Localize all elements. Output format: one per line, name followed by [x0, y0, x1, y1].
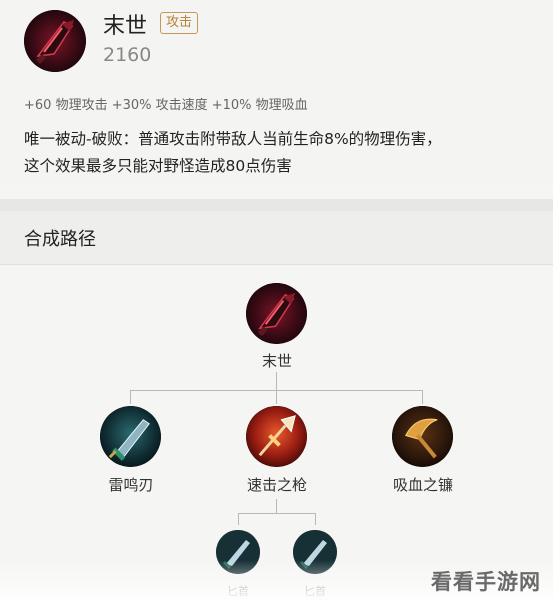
doomsday-sword-icon[interactable]: [246, 283, 307, 344]
connector-sub-right: [315, 513, 316, 525]
swift-spear-icon[interactable]: [246, 406, 307, 467]
connector-root-down: [276, 372, 277, 390]
passive-line-1: 唯一被动-破败：普通攻击附带敌人当前生命8%的物理伤害，: [24, 130, 442, 148]
item-stats: +60 物理攻击 +30% 攻击速度 +10% 物理吸血: [24, 98, 308, 113]
connector-mid-down: [276, 390, 277, 404]
child-label-1: 雷鸣刃: [108, 476, 154, 494]
passive-line-2: 这个效果最多只能对野怪造成80点伤害: [24, 157, 292, 175]
connector-left-down: [130, 390, 131, 404]
build-path-tree: 末世 雷鸣刃 速击之枪 吸血之镰: [0, 266, 553, 600]
lifesteal-scythe-icon[interactable]: [392, 406, 453, 467]
section-header: 合成路径: [0, 211, 553, 265]
doomsday-sword-icon: [24, 10, 86, 72]
item-name: 末世: [103, 14, 148, 39]
root-label: 末世: [261, 352, 292, 370]
item-price: 2160: [103, 44, 152, 66]
connector-right-down: [422, 390, 423, 404]
connector-sub-left: [238, 513, 239, 525]
child-label-2: 速击之枪: [246, 476, 307, 494]
child-label-3: 吸血之镰: [392, 476, 453, 494]
category-tag: 攻击: [160, 12, 199, 34]
section-divider: [0, 199, 553, 211]
item-header: 末世 攻击 2160 +60 物理攻击 +30% 攻击速度 +10% 物理吸血 …: [0, 0, 553, 185]
section-title: 合成路径: [24, 229, 96, 250]
thunder-blade-icon[interactable]: [100, 406, 161, 467]
connector-sub-horizontal: [238, 513, 316, 514]
connector-sub-down: [276, 499, 277, 513]
watermark: 看看手游网: [431, 570, 541, 594]
item-passive-description: 唯一被动-破败：普通攻击附带敌人当前生命8%的物理伤害， 这个效果最多只能对野怪…: [24, 126, 534, 180]
